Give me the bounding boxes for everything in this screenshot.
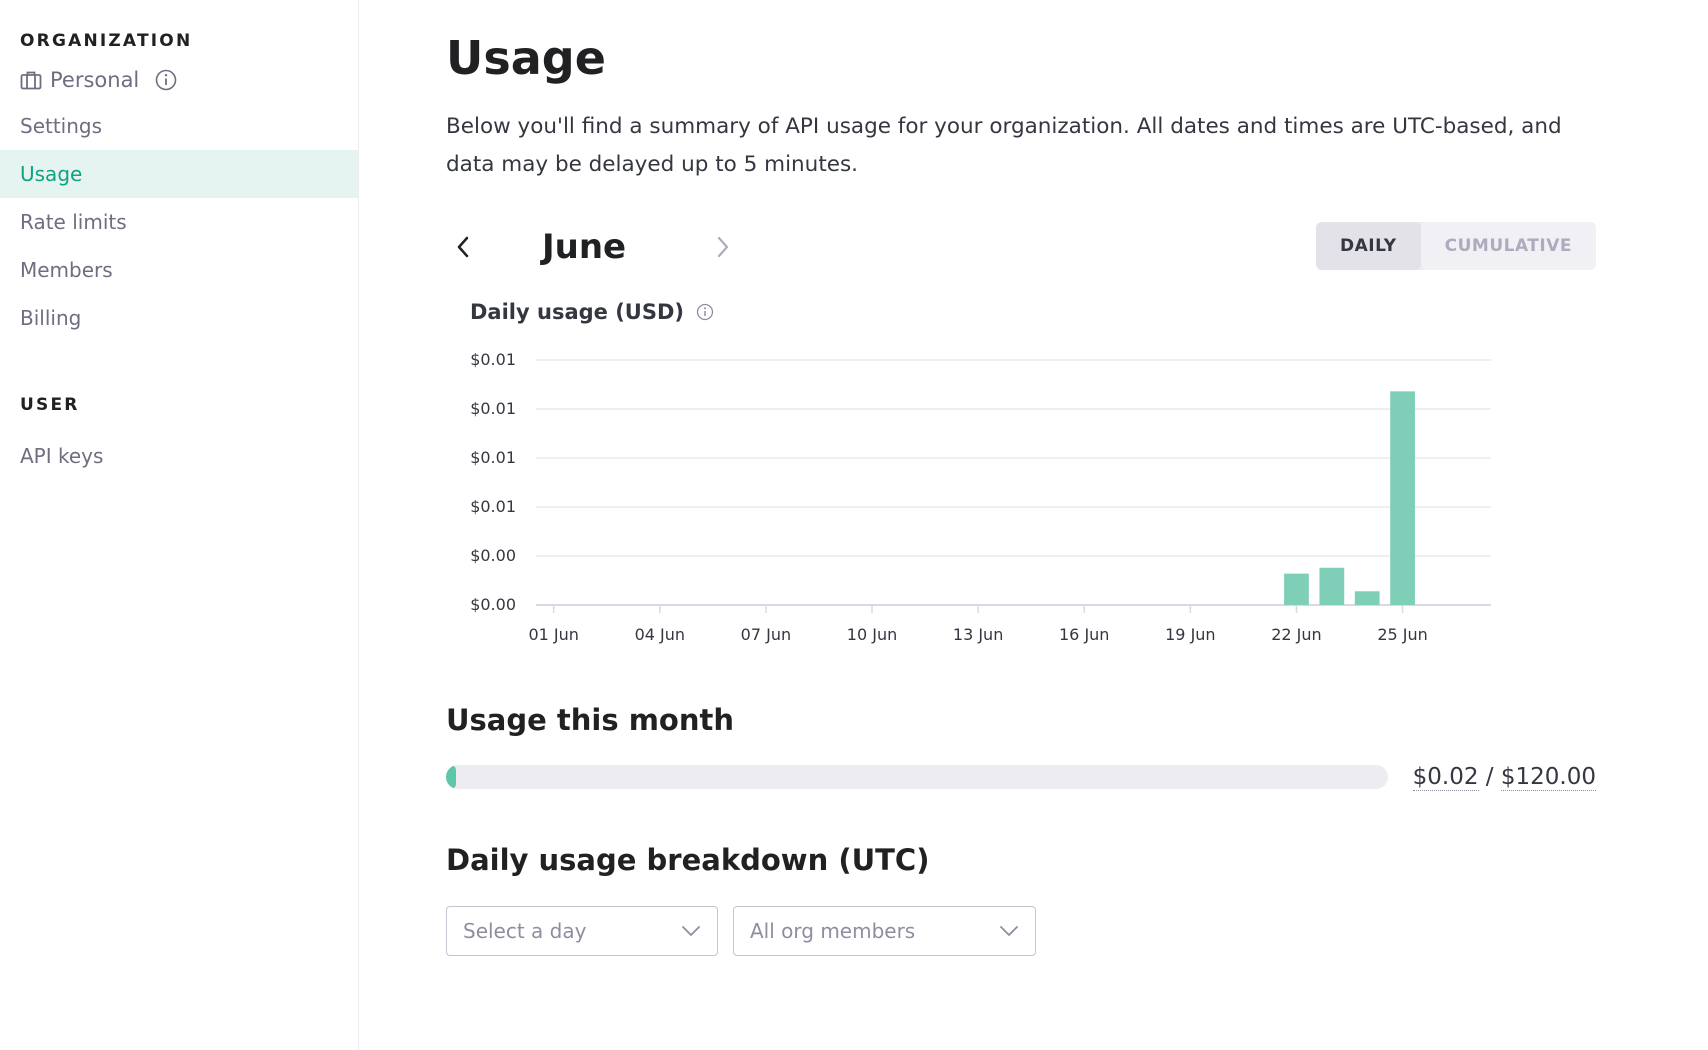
sidebar-item-members[interactable]: Members (0, 246, 358, 294)
month-label: June (542, 227, 627, 267)
y-tick-label: $0.01 (470, 497, 516, 516)
app-root: ORGANIZATION Personal Settings Usage Rat… (0, 0, 1708, 1050)
chart-header: Daily usage (USD) (470, 296, 1708, 328)
daily-toggle-button[interactable]: DAILY (1316, 222, 1421, 270)
usage-chart: $0.00 $0.00 $0.01 $0.01 $0.01 $0.01 01 Jun 04 … (446, 332, 1596, 692)
usage-amount: $0.02 / $120.00 (1412, 764, 1596, 791)
info-icon[interactable] (155, 69, 185, 91)
cumulative-toggle-button[interactable]: CUMULATIVE (1420, 222, 1596, 270)
x-tick-label: 04 Jun (635, 625, 685, 644)
x-tick-label: 25 Jun (1377, 625, 1427, 644)
month-navigation: June DAILY CUMULATIVE (446, 222, 1596, 272)
y-axis-ticks: $0.00 $0.00 $0.01 $0.01 $0.01 $0.01 (470, 350, 516, 614)
chevron-left-icon (457, 236, 469, 258)
usage-progress-track (446, 765, 1388, 789)
chart-title: Daily usage (USD) (470, 300, 685, 324)
chart-bar[interactable] (1390, 391, 1415, 605)
y-tick-label: $0.00 (470, 595, 516, 614)
usage-limit-amount[interactable]: $120.00 (1500, 764, 1596, 791)
chart-bar[interactable] (1319, 567, 1345, 605)
sidebar-item-rate-limits[interactable]: Rate limits (0, 198, 358, 246)
x-tick-label: 16 Jun (1059, 625, 1109, 644)
chart-bar[interactable] (1354, 591, 1380, 605)
briefcase-icon (20, 71, 42, 90)
x-tick-label: 01 Jun (528, 625, 578, 644)
org-name: Personal (50, 68, 140, 92)
x-axis-ticks: 01 Jun 04 Jun 07 Jun 10 Jun 13 Jun 16 Jun 19 J… (528, 605, 1428, 644)
monthly-usage-progress: $0.02 / $120.00 (446, 764, 1596, 791)
page-title: Usage (446, 31, 606, 85)
view-toggle: DAILY CUMULATIVE (1316, 222, 1596, 270)
members-select[interactable]: All org members (733, 906, 1036, 956)
usage-bar-chart: $0.00 $0.00 $0.01 $0.01 $0.01 $0.01 01 Jun 04 … (470, 350, 1491, 644)
x-tick-label: 10 Jun (847, 625, 897, 644)
members-select-value: All org members (750, 919, 916, 943)
sidebar-item-billing[interactable]: Billing (0, 294, 358, 342)
breakdown-filters: Select a day All org members (446, 906, 1708, 956)
y-tick-label: $0.00 (470, 546, 516, 565)
sidebar-item-settings[interactable]: Settings (0, 102, 358, 150)
sidebar-item-api-keys[interactable]: API keys (0, 432, 358, 480)
sidebar: ORGANIZATION Personal Settings Usage Rat… (0, 0, 359, 1050)
usage-this-month-title: Usage this month (446, 703, 735, 737)
chevron-down-icon (682, 926, 700, 936)
day-select[interactable]: Select a day (446, 906, 718, 956)
user-heading: USER (20, 395, 80, 415)
chevron-right-icon (717, 236, 729, 258)
intro-text: Below you'll find a summary of API usage… (446, 114, 1562, 177)
organization-heading: ORGANIZATION (20, 31, 193, 51)
x-tick-label: 07 Jun (741, 625, 791, 644)
sidebar-item-usage[interactable]: Usage (0, 150, 358, 198)
x-tick-label: 19 Jun (1165, 625, 1215, 644)
previous-month-button[interactable] (446, 230, 480, 264)
day-select-placeholder: Select a day (463, 919, 587, 943)
main-content: Usage Below you'll find a summary of API… (359, 0, 1708, 1050)
usage-separator: / (1478, 764, 1501, 790)
chart-bars (1284, 391, 1415, 605)
chart-info-icon[interactable] (696, 303, 714, 321)
org-selector[interactable]: Personal (0, 58, 358, 102)
chevron-down-icon (1000, 926, 1018, 936)
y-tick-label: $0.01 (470, 350, 516, 369)
usage-used-amount[interactable]: $0.02 (1412, 764, 1479, 791)
chart-grid (536, 359, 1491, 606)
next-month-button[interactable] (706, 230, 740, 264)
y-tick-label: $0.01 (470, 448, 516, 467)
x-tick-label: 13 Jun (953, 625, 1003, 644)
chart-bar[interactable] (1284, 573, 1309, 605)
usage-progress-fill (446, 765, 456, 789)
x-tick-label: 22 Jun (1271, 625, 1321, 644)
daily-breakdown-title: Daily usage breakdown (UTC) (446, 843, 930, 877)
y-tick-label: $0.01 (470, 399, 516, 418)
